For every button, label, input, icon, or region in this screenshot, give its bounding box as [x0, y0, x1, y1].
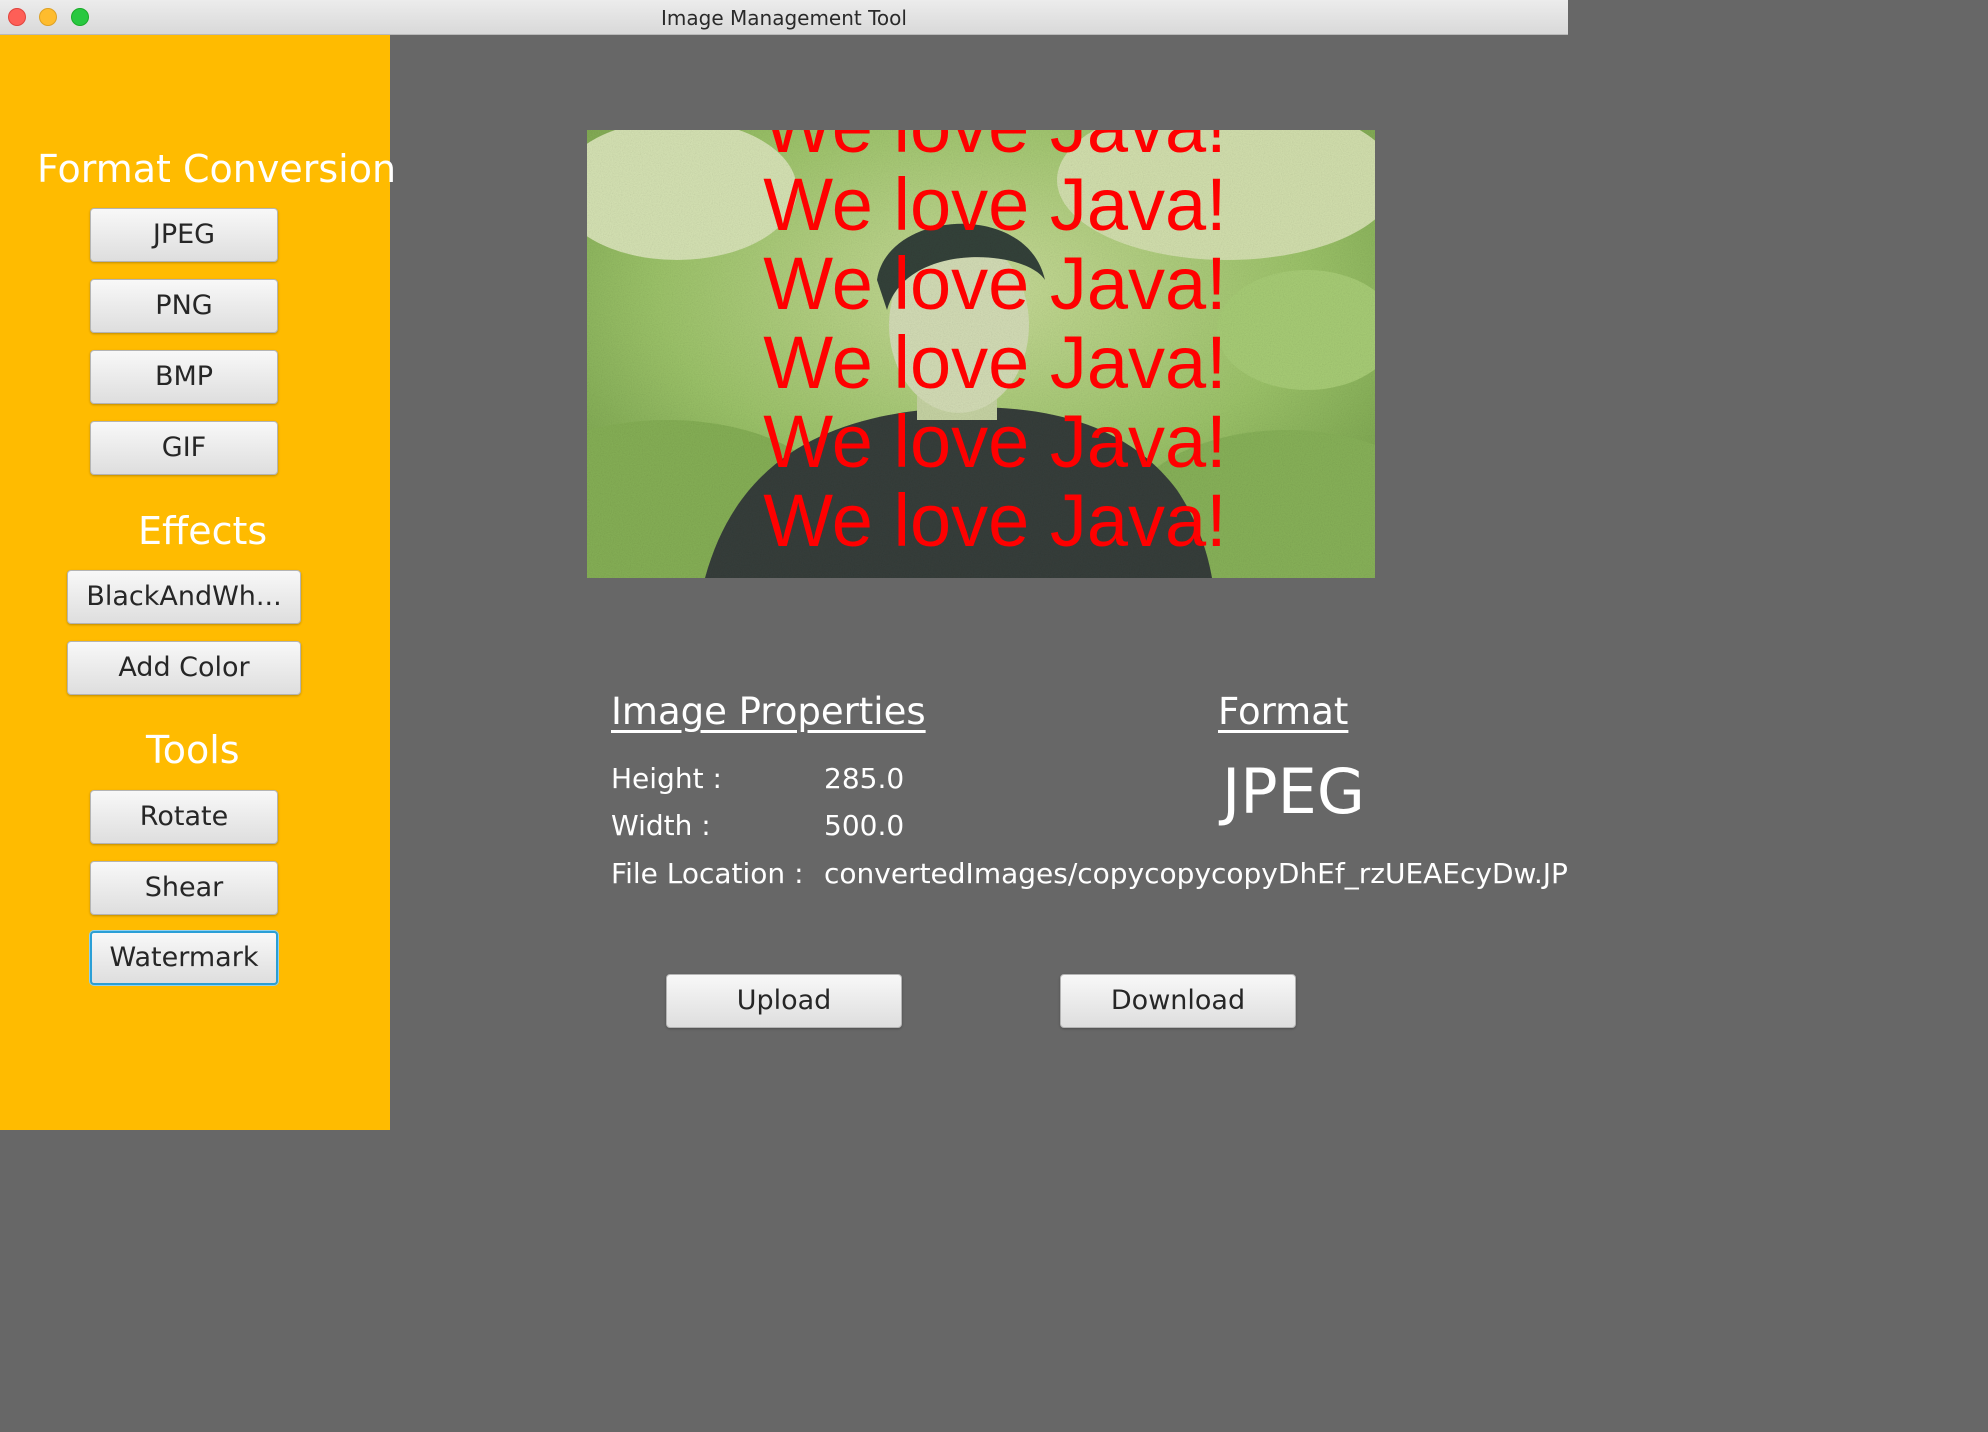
- watermark-line: We love Java!: [763, 163, 1226, 246]
- jpeg-button[interactable]: JPEG: [90, 208, 278, 262]
- watermark-button[interactable]: Watermark: [90, 931, 278, 985]
- watermark-line: We love Java!: [763, 400, 1226, 483]
- format-conversion-heading: Format Conversion: [37, 147, 397, 191]
- watermark-line: We love Java!: [763, 321, 1226, 404]
- gif-button[interactable]: GIF: [90, 421, 278, 475]
- preview-image: We love Java! We love Java! We love Java…: [587, 130, 1375, 578]
- format-heading: Format: [1218, 690, 1349, 733]
- watermark-line: We love Java!: [763, 479, 1226, 562]
- tools-heading: Tools: [146, 728, 240, 772]
- image-preview: We love Java! We love Java! We love Java…: [587, 130, 1375, 578]
- format-value: JPEG: [1222, 755, 1365, 828]
- download-button[interactable]: Download: [1060, 974, 1296, 1028]
- sidebar: Format Conversion JPEG PNG BMP GIF Effec…: [0, 35, 396, 1130]
- width-label: Width :: [611, 809, 711, 842]
- title-bar: Image Management Tool: [0, 0, 1568, 35]
- bmp-button[interactable]: BMP: [90, 350, 278, 404]
- upload-button[interactable]: Upload: [666, 974, 902, 1028]
- watermark-overlay: We love Java! We love Java! We love Java…: [763, 130, 1226, 562]
- width-value: 500.0: [824, 809, 905, 842]
- add-color-button[interactable]: Add Color: [67, 641, 301, 695]
- black-and-white-button[interactable]: BlackAndWh...: [67, 570, 301, 624]
- effects-heading: Effects: [138, 509, 268, 553]
- watermark-line: We love Java!: [763, 242, 1226, 325]
- window-title: Image Management Tool: [661, 6, 907, 30]
- file-location-label: File Location :: [611, 857, 804, 890]
- file-location-value: convertedImages/copycopycopyDhEf_rzUEAEc…: [824, 857, 1568, 890]
- image-properties-heading: Image Properties: [611, 690, 926, 733]
- shear-button[interactable]: Shear: [90, 861, 278, 915]
- height-value: 285.0: [824, 762, 905, 795]
- rotate-button[interactable]: Rotate: [90, 790, 278, 844]
- png-button[interactable]: PNG: [90, 279, 278, 333]
- height-label: Height :: [611, 762, 722, 795]
